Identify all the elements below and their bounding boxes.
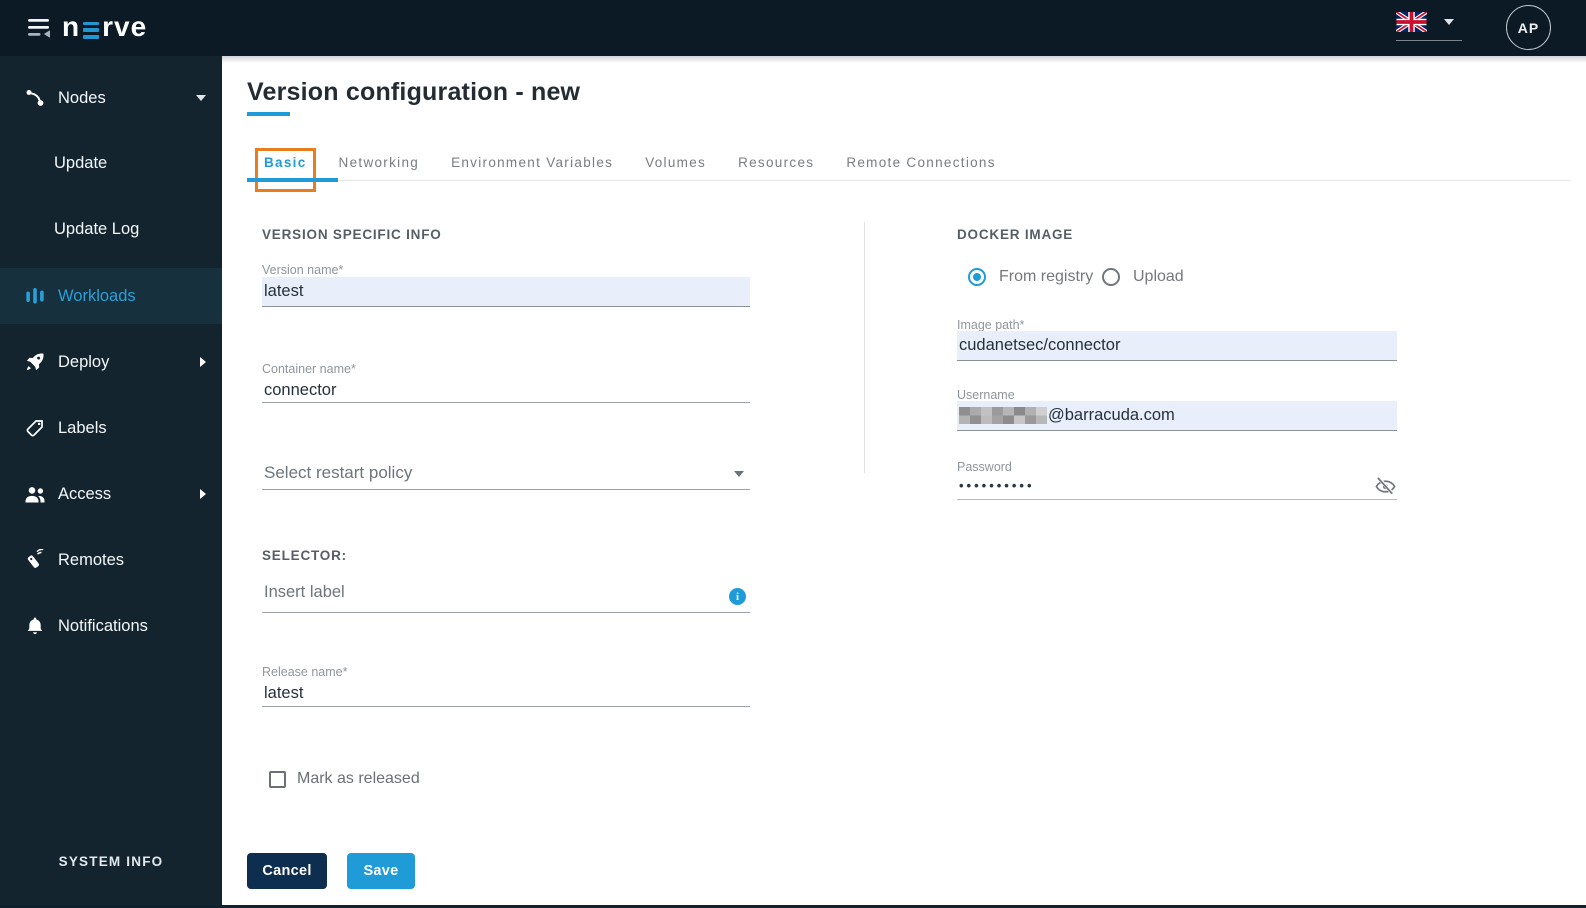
language-underline — [1396, 40, 1462, 41]
image-path-input[interactable]: cudanetsec/connector — [957, 331, 1397, 361]
radio-unselected-icon[interactable] — [1102, 268, 1120, 286]
section-version-specific-info: VERSION SPECIFIC INFO — [262, 227, 442, 242]
container-name-input[interactable]: connector — [262, 376, 750, 403]
sidebar-item-remotes[interactable]: Remotes — [0, 540, 222, 580]
info-icon[interactable]: i — [729, 588, 746, 605]
sidebar-item-notifications[interactable]: Notifications — [0, 606, 222, 646]
version-name-label: Version name* — [262, 263, 344, 277]
main-content: Version configuration - new Basic Networ… — [222, 56, 1586, 908]
sidebar-item-update[interactable]: Update — [0, 143, 222, 183]
people-icon — [24, 483, 46, 505]
username-input[interactable]: @barracuda.com — [957, 401, 1397, 431]
sidebar-item-deploy[interactable]: Deploy — [0, 342, 222, 382]
username-label: Username — [957, 388, 1015, 402]
container-name-label: Container name* — [262, 362, 356, 376]
tab-networking[interactable]: Networking — [339, 155, 420, 180]
title-accent-bar — [247, 112, 290, 116]
sidebar-item-nodes[interactable]: Nodes — [0, 78, 222, 118]
sidebar-item-workloads[interactable]: Workloads — [0, 268, 222, 324]
cancel-button[interactable]: Cancel — [247, 853, 327, 889]
chevron-down-icon — [734, 471, 744, 477]
system-info-link[interactable]: SYSTEM INFO — [0, 854, 222, 869]
rocket-icon — [24, 351, 46, 373]
tag-icon — [24, 417, 46, 439]
selector-label-input[interactable]: Insert label i — [262, 577, 750, 613]
language-dropdown[interactable] — [1396, 12, 1462, 41]
sidebar-item-labels[interactable]: Labels — [0, 408, 222, 448]
mark-as-released-label: Mark as released — [297, 770, 420, 787]
image-path-label: Image path* — [957, 318, 1025, 332]
chevron-down-icon — [1444, 19, 1454, 25]
mark-as-released-checkbox[interactable] — [269, 770, 286, 788]
logo-text-left: n — [62, 11, 81, 42]
nerve-logo[interactable]: n rve — [62, 11, 147, 43]
sidebar: Nodes Update Update Log Workloads Deploy — [0, 56, 222, 905]
logo-text-right: rve — [102, 11, 148, 42]
radio-from-registry[interactable]: From registry — [968, 268, 1093, 286]
password-masked-value: •••••••••• — [959, 478, 1035, 493]
menu-collapse-icon[interactable] — [28, 17, 52, 39]
chevron-right-icon — [200, 357, 206, 367]
username-visible-text: @barracuda.com — [1048, 406, 1175, 424]
sidebar-item-access[interactable]: Access — [0, 474, 222, 514]
selector-section-title: SELECTOR: — [262, 548, 347, 563]
tab-basic[interactable]: Basic — [255, 148, 316, 192]
section-docker-image: DOCKER IMAGE — [957, 227, 1074, 242]
tab-volumes[interactable]: Volumes — [645, 155, 706, 180]
chevron-right-icon — [200, 489, 206, 499]
chevron-down-icon — [196, 95, 206, 101]
user-avatar[interactable]: AP — [1506, 5, 1551, 50]
password-input[interactable]: •••••••••• — [957, 472, 1397, 500]
version-name-input[interactable]: latest — [262, 277, 750, 307]
tab-bar: Basic Networking Environment Variables V… — [247, 148, 1570, 192]
logo-e-bars-icon — [83, 21, 100, 39]
release-name-input[interactable]: latest — [262, 679, 750, 707]
redacted-text-block — [959, 407, 1047, 424]
tab-resources[interactable]: Resources — [738, 155, 814, 180]
radio-selected-icon[interactable] — [968, 268, 986, 286]
uk-flag-icon — [1396, 12, 1427, 32]
restart-policy-select[interactable]: Select restart policy — [262, 458, 750, 490]
visibility-off-icon[interactable] — [1374, 475, 1397, 498]
mark-as-released-row[interactable]: Mark as released — [269, 770, 420, 788]
nodes-icon — [24, 87, 46, 109]
save-button[interactable]: Save — [347, 853, 415, 889]
bell-icon — [24, 615, 46, 637]
radio-upload[interactable]: Upload — [1102, 268, 1184, 286]
remote-icon — [24, 549, 46, 571]
column-divider — [864, 222, 865, 473]
release-name-label: Release name* — [262, 665, 348, 679]
sidebar-item-update-log[interactable]: Update Log — [0, 209, 222, 249]
top-bar: n rve AP — [0, 0, 1586, 56]
tab-remote-connections[interactable]: Remote Connections — [846, 155, 995, 180]
tab-environment-variables[interactable]: Environment Variables — [451, 155, 613, 180]
workloads-icon — [24, 285, 46, 307]
page-title: Version configuration - new — [247, 78, 581, 106]
